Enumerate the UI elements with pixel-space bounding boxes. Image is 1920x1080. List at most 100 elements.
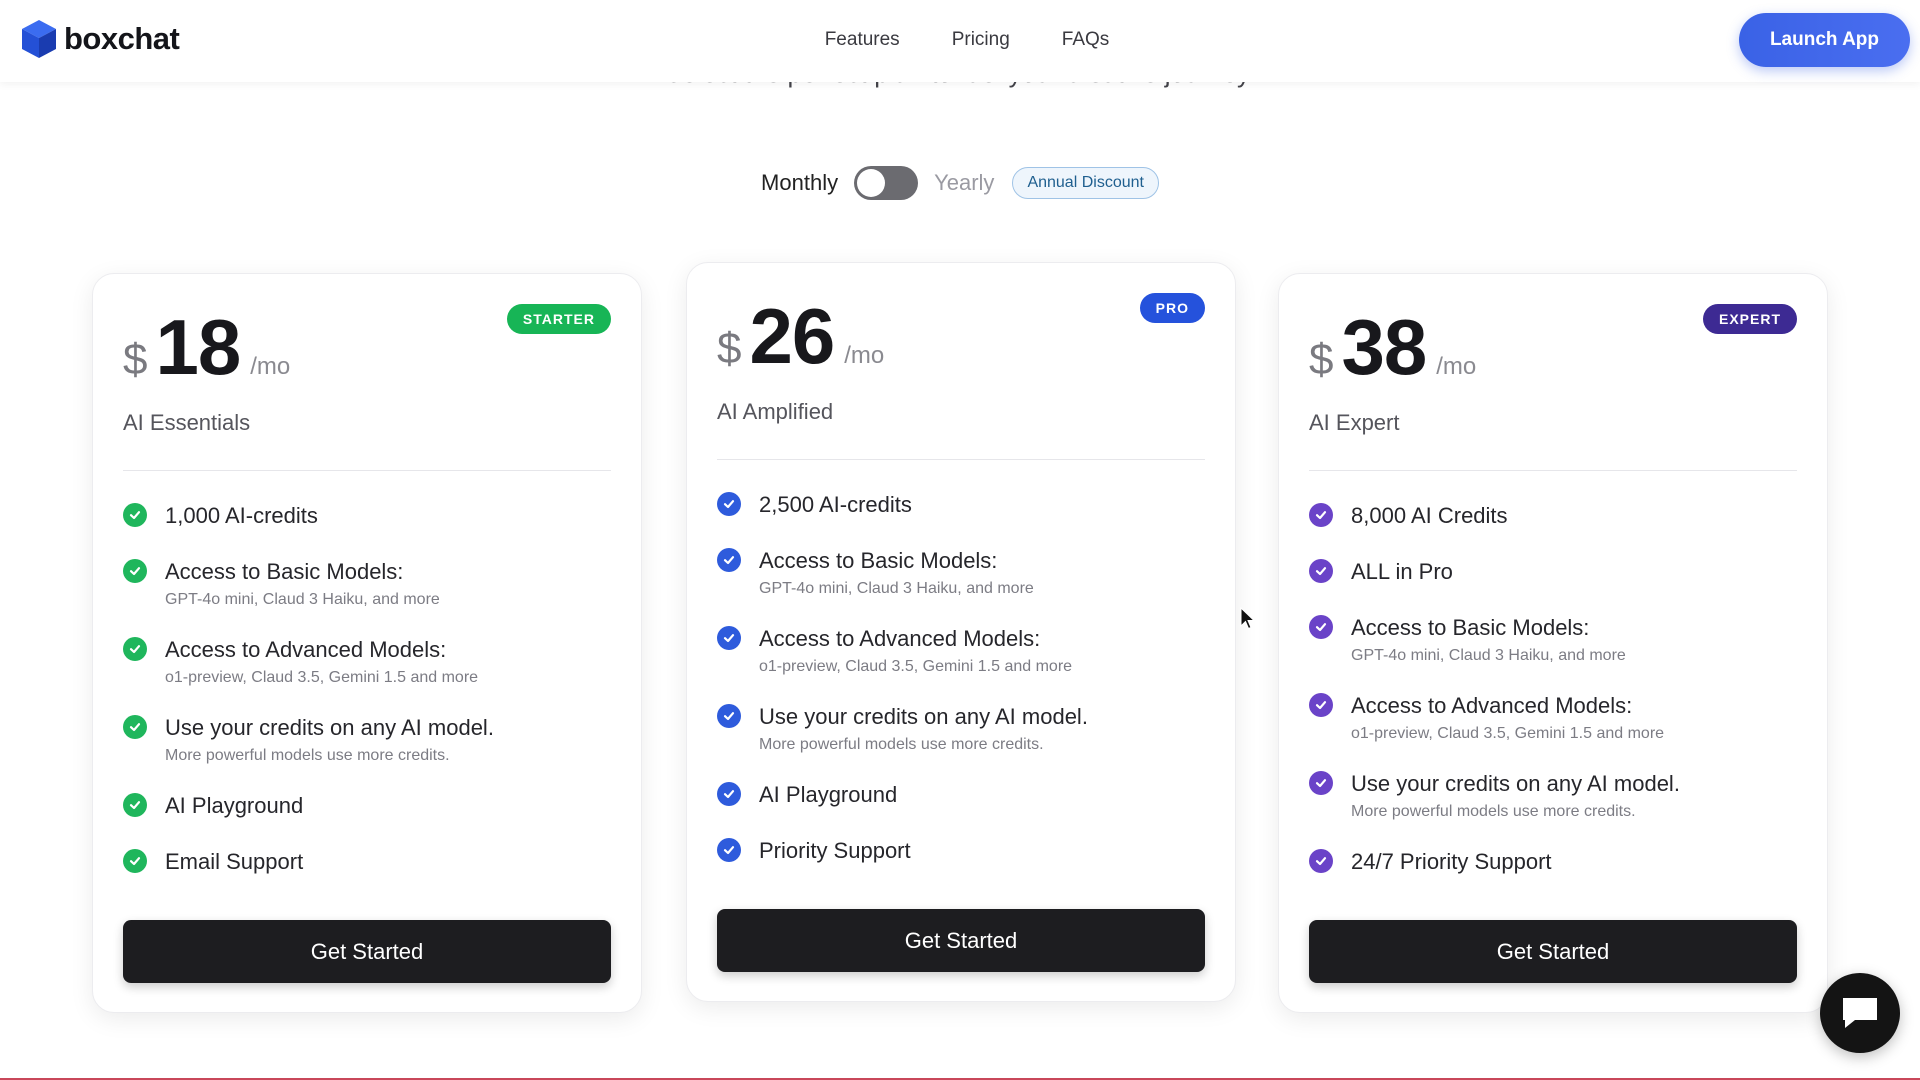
feature-item: Access to Basic Models: GPT-4o mini, Cla… bbox=[123, 558, 611, 636]
feature-detail: o1-preview, Claud 3.5, Gemini 1.5 and mo… bbox=[759, 658, 1073, 675]
get-started-button[interactable]: Get Started bbox=[717, 909, 1205, 972]
monthly-label[interactable]: Monthly bbox=[761, 170, 838, 196]
check-circle-icon bbox=[123, 715, 147, 739]
plan-divider bbox=[717, 459, 1205, 460]
plan-badge: STARTER bbox=[506, 304, 611, 334]
feature-detail: GPT-4o mini, Claud 3 Haiku, and more bbox=[1351, 647, 1626, 664]
feature-item: Email Support bbox=[123, 848, 611, 904]
feature-text: 1,000 AI-credits bbox=[165, 502, 318, 530]
feature-text: AI Playground bbox=[165, 792, 303, 820]
feature-detail: GPT-4o mini, Claud 3 Haiku, and more bbox=[165, 591, 440, 608]
plan-name: AI Amplified bbox=[717, 399, 834, 424]
check-circle-icon bbox=[717, 492, 741, 516]
feature-item: AI Playground bbox=[123, 792, 611, 848]
feature-title: Access to Advanced Models: bbox=[1351, 693, 1633, 718]
feature-text: Access to Basic Models: GPT-4o mini, Cla… bbox=[165, 558, 440, 609]
feature-detail: More powerful models use more credits. bbox=[165, 747, 450, 764]
feature-item: 2,500 AI-credits bbox=[717, 491, 1205, 547]
feature-list: 8,000 AI Credits ALL in Pro Access to Ba… bbox=[1309, 502, 1797, 904]
check-circle-icon bbox=[123, 559, 147, 583]
launch-app-button[interactable]: Launch App bbox=[1739, 13, 1910, 67]
price-period: /mo bbox=[1436, 353, 1477, 380]
feature-text: Access to Basic Models: GPT-4o mini, Cla… bbox=[1351, 614, 1626, 665]
feature-title: Priority Support bbox=[759, 838, 911, 863]
site-header: boxchat Features Pricing FAQs Launch App bbox=[0, 0, 1920, 82]
feature-detail: GPT-4o mini, Claud 3 Haiku, and more bbox=[759, 580, 1034, 597]
feature-title: Access to Advanced Models: bbox=[759, 626, 1041, 651]
feature-detail: o1-preview, Claud 3.5, Gemini 1.5 and mo… bbox=[1351, 725, 1665, 742]
billing-toggle-row: Monthly Yearly Annual Discount bbox=[0, 166, 1920, 200]
feature-text: Email Support bbox=[165, 848, 303, 876]
feature-list: 2,500 AI-credits Access to Basic Models:… bbox=[717, 491, 1205, 893]
chat-bubble-button[interactable] bbox=[1820, 973, 1900, 1053]
feature-text: Use your credits on any AI model. More p… bbox=[1351, 770, 1680, 821]
currency-symbol: $ bbox=[123, 335, 148, 384]
get-started-button[interactable]: Get Started bbox=[123, 920, 611, 983]
main-nav: Features Pricing FAQs bbox=[0, 0, 1920, 80]
feature-item: 8,000 AI Credits bbox=[1309, 502, 1797, 558]
feature-item: Access to Advanced Models: o1-preview, C… bbox=[1309, 692, 1797, 770]
feature-title: ALL in Pro bbox=[1351, 559, 1453, 584]
plan-name: AI Expert bbox=[1309, 410, 1400, 435]
feature-item: Use your credits on any AI model. More p… bbox=[123, 714, 611, 792]
feature-detail: o1-preview, Claud 3.5, Gemini 1.5 and mo… bbox=[165, 669, 479, 686]
billing-toggle[interactable] bbox=[854, 166, 919, 200]
plan-card-expert: EXPERT $ 38 /mo AI Expert 8,000 AI Credi… bbox=[1278, 273, 1828, 1013]
feature-item: Access to Advanced Models: o1-preview, C… bbox=[123, 636, 611, 714]
feature-title: 8,000 AI Credits bbox=[1351, 503, 1508, 528]
check-circle-icon bbox=[717, 782, 741, 806]
check-circle-icon bbox=[1309, 615, 1333, 639]
feature-item: Priority Support bbox=[717, 837, 1205, 893]
feature-title: Use your credits on any AI model. bbox=[1351, 771, 1680, 796]
plan-card-starter: STARTER $ 18 /mo AI Essentials 1,000 AI-… bbox=[92, 273, 642, 1013]
currency-symbol: $ bbox=[1309, 335, 1334, 384]
mouse-cursor-icon bbox=[1240, 607, 1256, 630]
toggle-knob bbox=[857, 169, 886, 197]
plan-card-pro: PRO $ 26 /mo AI Amplified 2,500 AI-credi… bbox=[686, 262, 1236, 1002]
get-started-button[interactable]: Get Started bbox=[1309, 920, 1797, 983]
nav-pricing[interactable]: Pricing bbox=[952, 29, 1010, 51]
check-circle-icon bbox=[1309, 771, 1333, 795]
plan-badge: PRO bbox=[1139, 293, 1205, 323]
logo[interactable]: boxchat bbox=[20, 18, 180, 60]
check-circle-icon bbox=[123, 849, 147, 873]
annual-discount-badge: Annual Discount bbox=[1012, 167, 1159, 199]
feature-text: 8,000 AI Credits bbox=[1351, 502, 1508, 530]
feature-text: Priority Support bbox=[759, 837, 911, 865]
feature-text: Access to Advanced Models: o1-preview, C… bbox=[165, 636, 478, 687]
check-circle-icon bbox=[717, 838, 741, 862]
feature-title: Email Support bbox=[165, 849, 304, 874]
feature-title: Access to Basic Models: bbox=[165, 559, 404, 584]
feature-text: AI Playground bbox=[759, 781, 897, 809]
feature-list: 1,000 AI-credits Access to Basic Models:… bbox=[123, 502, 611, 904]
price-period: /mo bbox=[844, 342, 885, 369]
feature-text: Use your credits on any AI model. More p… bbox=[165, 714, 494, 765]
check-circle-icon bbox=[123, 793, 147, 817]
currency-symbol: $ bbox=[717, 324, 742, 373]
check-circle-icon bbox=[717, 548, 741, 572]
feature-text: Use your credits on any AI model. More p… bbox=[759, 703, 1088, 754]
feature-detail: More powerful models use more credits. bbox=[1351, 803, 1636, 820]
feature-item: Access to Basic Models: GPT-4o mini, Cla… bbox=[1309, 614, 1797, 692]
logo-text: boxchat bbox=[64, 21, 180, 56]
price-amount: 26 bbox=[749, 292, 835, 380]
yearly-label[interactable]: Yearly bbox=[934, 170, 994, 196]
feature-item: Access to Advanced Models: o1-preview, C… bbox=[717, 625, 1205, 703]
check-circle-icon bbox=[1309, 693, 1333, 717]
price-amount: 38 bbox=[1341, 303, 1427, 391]
feature-title: 1,000 AI-credits bbox=[165, 503, 318, 528]
feature-text: Access to Advanced Models: o1-preview, C… bbox=[759, 625, 1072, 676]
cube-logo-icon bbox=[22, 20, 56, 58]
feature-item: AI Playground bbox=[717, 781, 1205, 837]
feature-title: AI Playground bbox=[165, 793, 304, 818]
price-period: /mo bbox=[250, 353, 291, 380]
plan-divider bbox=[123, 470, 611, 471]
feature-title: Use your credits on any AI model. bbox=[165, 715, 494, 740]
feature-text: ALL in Pro bbox=[1351, 558, 1453, 586]
check-circle-icon bbox=[1309, 559, 1333, 583]
nav-faqs[interactable]: FAQs bbox=[1062, 29, 1110, 51]
feature-text: Access to Advanced Models: o1-preview, C… bbox=[1351, 692, 1664, 743]
nav-features[interactable]: Features bbox=[825, 29, 900, 51]
feature-item: Access to Basic Models: GPT-4o mini, Cla… bbox=[717, 547, 1205, 625]
feature-title: 24/7 Priority Support bbox=[1351, 849, 1552, 874]
